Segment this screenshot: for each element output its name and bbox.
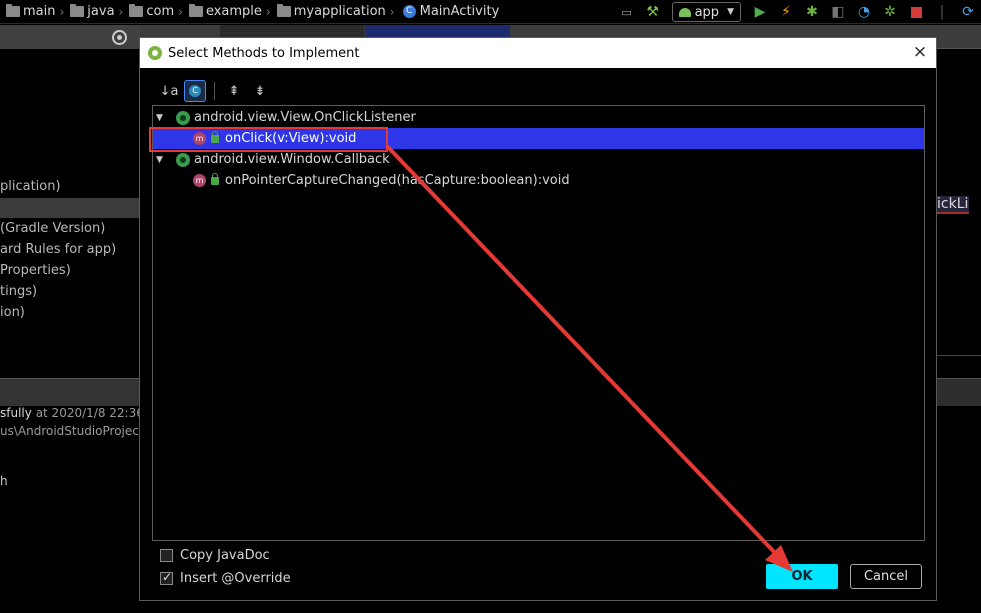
- run-configuration-select[interactable]: app ▼: [671, 2, 741, 22]
- tree-node-label: android.view.View.OnClickListener: [194, 110, 416, 125]
- breadcrumb-label: java: [87, 4, 115, 19]
- interface-icon: [176, 152, 190, 167]
- checkbox-label: Insert @Override: [180, 571, 291, 586]
- methods-tree: ▼ android.view.View.OnClickListener m on…: [149, 105, 925, 541]
- interface-icon: [176, 110, 190, 125]
- method-icon: m: [193, 174, 206, 187]
- tree-node-method[interactable]: m onPointerCaptureChanged(hasCapture:boo…: [153, 170, 924, 191]
- build-log-path: us\AndroidStudioProject: [0, 424, 144, 438]
- public-lock-icon: [211, 130, 219, 143]
- build-log-time: at 2020/1/8 22:36: [35, 406, 144, 420]
- android-icon: [678, 7, 691, 17]
- folder-icon: [70, 4, 85, 17]
- public-lock-icon: [211, 172, 219, 185]
- build-log-status: sfully: [0, 406, 32, 420]
- dialog-toolbar: ↓a C ⇞ ⇟: [158, 80, 271, 102]
- attach-debugger-icon[interactable]: ✲: [882, 4, 898, 20]
- terminal-icon[interactable]: ▭: [619, 4, 635, 20]
- main-toolbar: ▭ ⚒ app ▼ ▶ ⚡ ✱ ◧ ◔ ✲ | ⟳: [614, 0, 981, 24]
- sort-alphabetically-icon[interactable]: ↓a: [158, 80, 180, 102]
- coverage-icon[interactable]: ◧: [830, 4, 846, 20]
- copy-javadoc-option[interactable]: Copy JavaDoc: [160, 548, 270, 563]
- show-classes-button[interactable]: C: [184, 80, 206, 102]
- build-log-line: h: [0, 474, 8, 488]
- breadcrumb-label: example: [205, 4, 262, 19]
- run-icon[interactable]: ▶: [752, 4, 768, 20]
- breadcrumb-main[interactable]: main ›: [0, 0, 64, 24]
- breadcrumb-example[interactable]: example ›: [183, 0, 271, 24]
- class-icon: C: [189, 85, 201, 97]
- breadcrumb-label: MainActivity: [419, 4, 500, 19]
- tree-node-label: onPointerCaptureChanged(hasCapture:boole…: [225, 173, 570, 188]
- insert-override-option[interactable]: Insert @Override: [160, 570, 291, 586]
- tree-node-label: android.view.Window.Callback: [194, 152, 390, 167]
- sync-gradle-icon[interactable]: ⟳: [960, 4, 976, 20]
- project-tree-item[interactable]: Properties): [0, 263, 71, 278]
- apply-changes-icon[interactable]: ⚡: [778, 4, 794, 20]
- project-tree-item[interactable]: (Gradle Version): [0, 221, 105, 236]
- tree-node-method-selected[interactable]: m onClick(v:View):void: [149, 127, 924, 152]
- build-hammer-icon[interactable]: ⚒: [645, 4, 661, 20]
- project-tree-item[interactable]: ard Rules for app): [0, 242, 116, 257]
- folder-icon: [276, 4, 291, 17]
- collapse-all-icon[interactable]: ⇟: [249, 80, 271, 102]
- editor-divider: [936, 355, 981, 356]
- dialog-title: Select Methods to Implement: [168, 45, 360, 61]
- chevron-down-icon: ▼: [727, 7, 734, 17]
- copy-javadoc-checkbox[interactable]: [160, 549, 173, 562]
- expand-triangle-icon[interactable]: ▼: [156, 155, 166, 165]
- project-tree-item[interactable]: ion): [0, 305, 25, 320]
- project-tree-item[interactable]: tings): [0, 284, 37, 299]
- android-studio-icon: [148, 46, 162, 60]
- select-methods-dialog: Select Methods to Implement × ↓a C ⇞ ⇟ ▼…: [139, 37, 937, 601]
- navigation-bar: main › java › com › example › myapplicat…: [0, 0, 981, 24]
- breadcrumb-myapplication[interactable]: myapplication ›: [271, 0, 395, 24]
- ok-button[interactable]: OK: [766, 564, 838, 589]
- project-tree-selection: [0, 198, 139, 218]
- build-panel-header-right: [936, 378, 981, 406]
- toolbar-separator: |: [939, 4, 945, 20]
- insert-override-checkbox[interactable]: [160, 570, 173, 585]
- close-icon[interactable]: ×: [912, 44, 928, 61]
- breadcrumb-java[interactable]: java ›: [64, 0, 123, 24]
- tree-node-label: onClick(v:View):void: [225, 131, 357, 146]
- breadcrumb-label: myapplication: [293, 4, 386, 19]
- folder-icon: [129, 4, 144, 17]
- breadcrumb-label: com: [146, 4, 175, 19]
- method-icon: m: [193, 132, 206, 145]
- tree-node-interface[interactable]: ▼ android.view.Window.Callback: [153, 149, 924, 170]
- locate-target-icon[interactable]: [112, 30, 127, 45]
- run-configuration-label: app: [694, 4, 720, 20]
- folder-icon: [188, 4, 203, 17]
- breadcrumb-com[interactable]: com ›: [123, 0, 183, 24]
- expand-triangle-icon[interactable]: ▼: [156, 113, 166, 123]
- build-panel-header: [0, 378, 140, 406]
- build-log-line: sfully at 2020/1/8 22:36: [0, 406, 144, 420]
- stop-icon[interactable]: [908, 4, 924, 20]
- editor-code-fragment: ickLi: [936, 196, 970, 214]
- folder-icon: [6, 4, 20, 17]
- project-tree-item[interactable]: plication): [0, 179, 61, 194]
- class-icon: C: [402, 5, 416, 18]
- checkbox-label: Copy JavaDoc: [180, 548, 270, 563]
- expand-all-icon[interactable]: ⇞: [223, 80, 245, 102]
- profiler-icon[interactable]: ◔: [856, 4, 872, 20]
- breadcrumb-label: main: [23, 4, 56, 19]
- toolbar-separator: [214, 82, 215, 100]
- cancel-button[interactable]: Cancel: [850, 564, 922, 589]
- debug-icon[interactable]: ✱: [804, 4, 820, 20]
- breadcrumb-mainactivity[interactable]: C MainActivity: [395, 0, 500, 24]
- dialog-title-bar[interactable]: Select Methods to Implement ×: [140, 38, 936, 68]
- tree-node-interface[interactable]: ▼ android.view.View.OnClickListener: [153, 107, 924, 128]
